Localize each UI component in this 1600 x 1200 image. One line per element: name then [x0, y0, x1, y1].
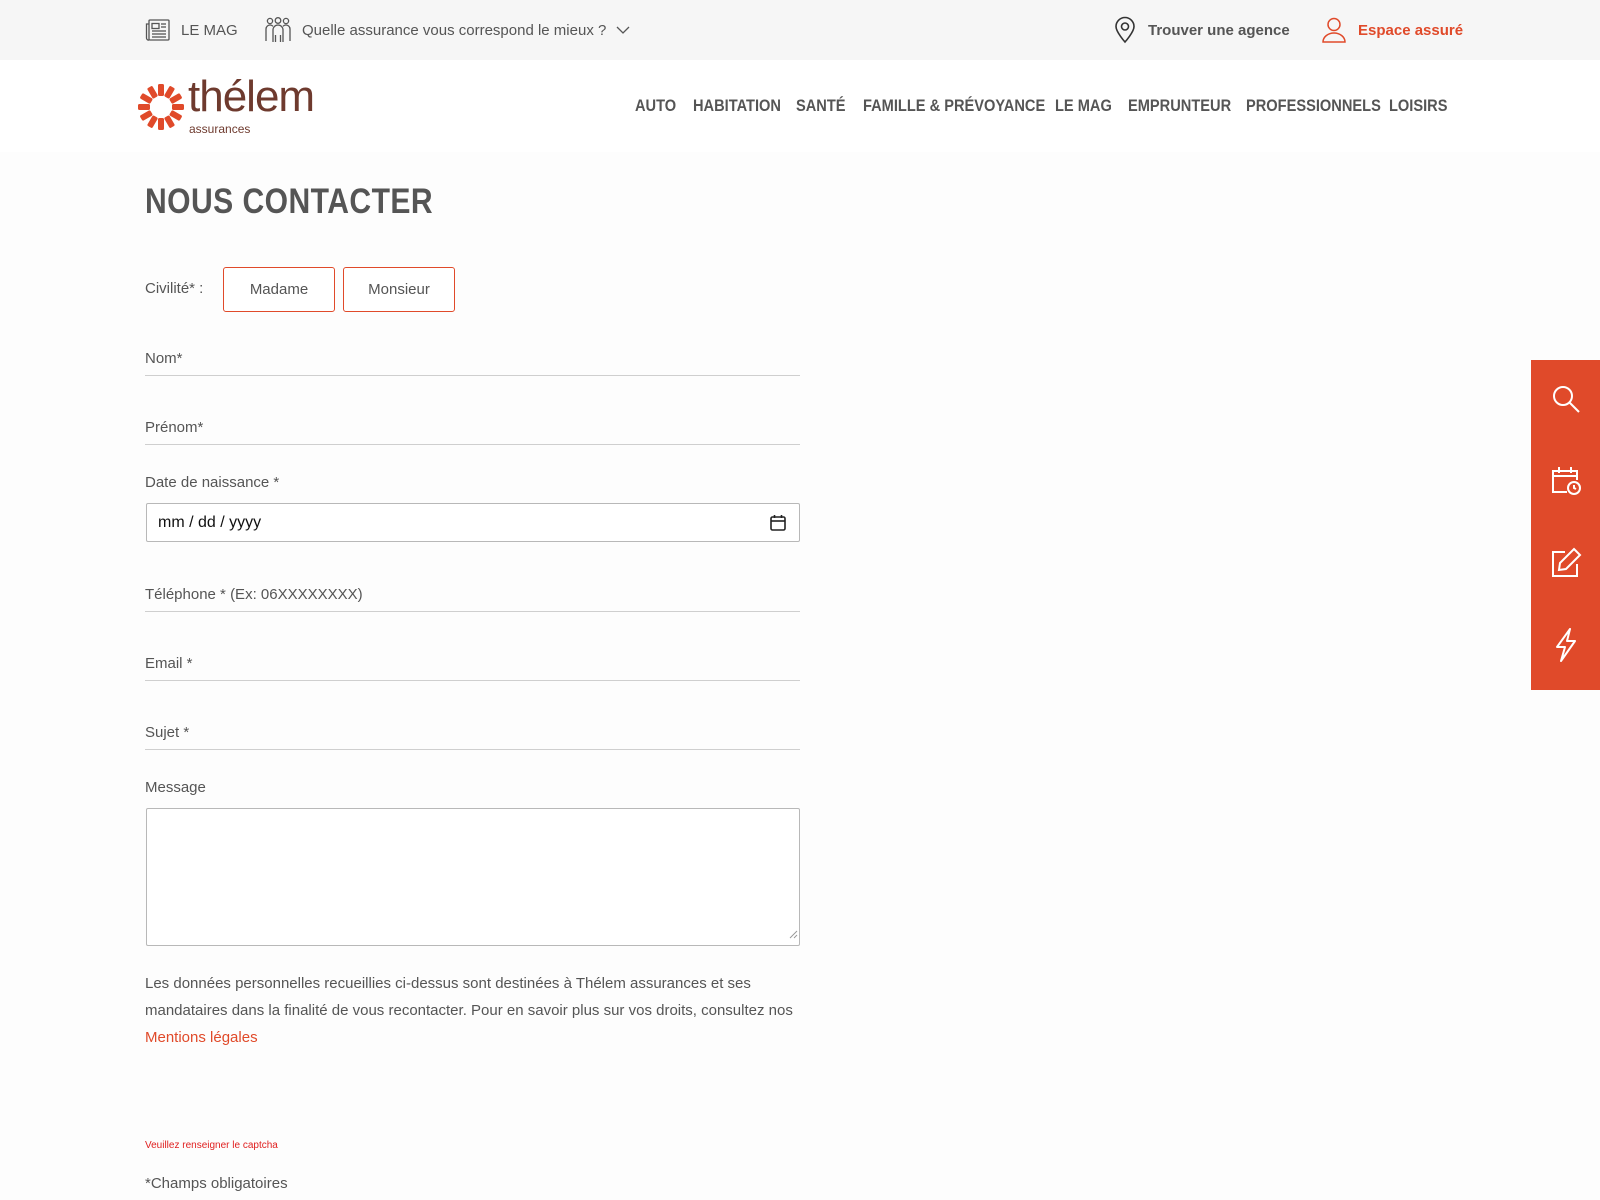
- floating-action-bar: [1531, 360, 1600, 690]
- nav-item-sante[interactable]: SANTÉ: [796, 60, 846, 152]
- lemag-link[interactable]: LE MAG: [145, 0, 238, 60]
- sunburst-logo-icon: [138, 84, 184, 130]
- nav-item-famille-prevoyance[interactable]: FAMILLE & PRÉVOYANCE: [863, 60, 1045, 152]
- nom-field[interactable]: Nom*: [145, 340, 800, 376]
- espace-assure-label: Espace assuré: [1358, 21, 1464, 39]
- search-icon: [1551, 384, 1581, 419]
- find-agency-label: Trouver une agence: [1148, 21, 1290, 39]
- legal-text: Les données personnelles recueillies ci-…: [145, 975, 793, 1019]
- message-textarea[interactable]: [146, 808, 800, 946]
- prenom-field[interactable]: Prénom*: [145, 409, 800, 445]
- telephone-field[interactable]: Téléphone * (Ex: 06XXXXXXXX): [145, 576, 800, 612]
- date-naissance-value: mm / dd / yyyy: [158, 514, 262, 531]
- lemag-label: LE MAG: [181, 21, 238, 39]
- logo-wordmark: thélem: [188, 72, 315, 121]
- prenom-placeholder: Prénom*: [145, 419, 204, 436]
- thelem-logo[interactable]: thélem assurances: [136, 72, 315, 136]
- telephone-placeholder: Téléphone * (Ex: 06XXXXXXXX): [145, 586, 363, 603]
- required-fields-note: *Champs obligatoires: [145, 1175, 288, 1192]
- people-icon: [264, 17, 292, 43]
- newspaper-icon: [145, 18, 171, 42]
- assurance-finder-dropdown[interactable]: Quelle assurance vous correspond le mieu…: [264, 0, 630, 60]
- email-field[interactable]: Email *: [145, 645, 800, 681]
- nav-item-habitation[interactable]: HABITATION: [693, 60, 781, 152]
- user-icon: [1322, 17, 1346, 43]
- nav-item-le-mag[interactable]: LE MAG: [1055, 60, 1112, 152]
- lightning-icon: [1553, 627, 1579, 667]
- sidebar-emergency-button[interactable]: [1531, 606, 1600, 688]
- sujet-field[interactable]: Sujet *: [145, 714, 800, 750]
- assurance-finder-label: Quelle assurance vous correspond le mieu…: [302, 21, 607, 39]
- location-pin-icon: [1114, 16, 1136, 44]
- captcha-error: Veuillez renseigner le captcha: [145, 1140, 278, 1151]
- email-placeholder: Email *: [145, 655, 193, 672]
- civilite-label: Civilité* :: [145, 280, 204, 297]
- espace-assure-link[interactable]: Espace assuré: [1322, 0, 1463, 60]
- calendar-clock-icon: [1550, 465, 1582, 502]
- sidebar-quote-button[interactable]: [1531, 524, 1600, 606]
- top-utility-bar: LE MAG Quelle assurance vous correspond …: [0, 0, 1600, 60]
- sujet-placeholder: Sujet *: [145, 724, 190, 741]
- mentions-legales-link[interactable]: Mentions légales: [145, 1029, 258, 1046]
- logo-subtitle: assurances: [189, 122, 251, 136]
- calendar-icon[interactable]: [769, 514, 787, 537]
- nav-item-loisirs[interactable]: LOISIRS: [1389, 60, 1447, 152]
- page-title: NOUS CONTACTER: [145, 182, 434, 221]
- date-naissance-label: Date de naissance *: [145, 474, 280, 491]
- sidebar-appointment-button[interactable]: [1531, 442, 1600, 524]
- nav-item-professionnels[interactable]: PROFESSIONNELS: [1246, 60, 1381, 152]
- nav-item-auto[interactable]: AUTO: [635, 60, 676, 152]
- find-agency-link[interactable]: Trouver une agence: [1114, 0, 1290, 60]
- civilite-madame-button[interactable]: Madame: [223, 267, 335, 312]
- sidebar-search-button[interactable]: [1531, 360, 1600, 442]
- civilite-monsieur-button[interactable]: Monsieur: [343, 267, 455, 312]
- message-label: Message: [145, 779, 206, 796]
- edit-icon: [1550, 547, 1582, 584]
- resize-grip-icon[interactable]: [789, 926, 798, 944]
- nom-placeholder: Nom*: [145, 350, 183, 367]
- legal-notice: Les données personnelles recueillies ci-…: [145, 970, 805, 1051]
- date-naissance-input[interactable]: mm / dd / yyyy: [146, 503, 800, 542]
- chevron-down-icon: [616, 26, 630, 35]
- nav-item-emprunteur[interactable]: EMPRUNTEUR: [1128, 60, 1231, 152]
